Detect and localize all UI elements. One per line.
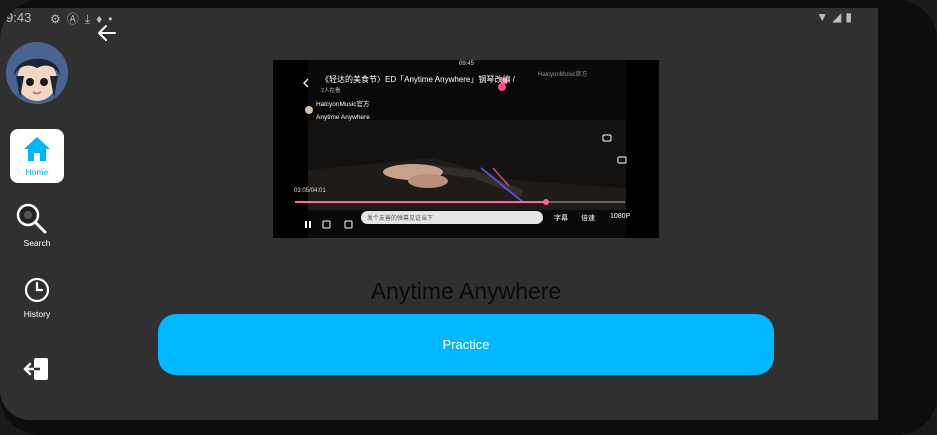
home-icon	[24, 137, 50, 161]
page-title: Anytime Anywhere	[370, 278, 562, 304]
system-nav-bar	[878, 0, 937, 435]
sidebar-item-logout[interactable]	[10, 348, 64, 402]
video-watermark: HalcyonMusic官方	[538, 72, 588, 78]
battery-icon: ▮	[845, 10, 856, 24]
app-screen: 9:43 ⚙Ⓐ⤓♦• ▼◢▮ Home Search History 09:45…	[0, 8, 878, 420]
gear-icon: ⚙	[50, 12, 67, 26]
sidebar-item-label: Search	[23, 238, 51, 248]
video-viewers: 2人在看	[321, 88, 341, 94]
signal-icon: ◢	[832, 10, 846, 24]
video-screenshot[interactable]: 09:45 《轻达的美食节〉ED「Anytime Anywhere」钢琴改编 /…	[273, 60, 659, 238]
video-progress-fill	[295, 201, 546, 203]
status-bar: 9:43 ⚙Ⓐ⤓♦• ▼◢▮	[0, 8, 878, 30]
video-position: 03:05/04:01	[294, 188, 326, 194]
sidebar-item-label: History	[23, 309, 51, 319]
danmaku-placeholder: 发个友善的弹幕见证当下	[367, 216, 434, 222]
sidebar-item-search[interactable]: Search	[10, 201, 64, 255]
logout-icon	[23, 358, 48, 380]
sidebar-item-label: Home	[25, 167, 49, 177]
search-icon	[16, 203, 47, 234]
avatar[interactable]	[6, 42, 68, 104]
video-channel: HalcyonMusic官方	[316, 101, 370, 108]
sidebar-item-home[interactable]: Home	[10, 129, 64, 183]
sidebar-item-history[interactable]: History	[10, 273, 64, 327]
status-time: 9:43	[6, 10, 32, 25]
video-quality-button: 1080P	[610, 213, 631, 220]
video-phone-time: 09:45	[459, 61, 475, 67]
device-frame: 9:43 ⚙Ⓐ⤓♦• ▼◢▮ Home Search History 09:45…	[0, 0, 937, 435]
video-subtitle-button: 字幕	[554, 215, 568, 222]
back-arrow-icon[interactable]	[94, 20, 120, 46]
wifi-icon: ▼	[816, 10, 833, 24]
practice-button[interactable]: Practice	[158, 314, 774, 375]
video-speed-button: 倍速	[581, 215, 595, 222]
avatar-image	[6, 42, 68, 104]
video-title: 《轻达的美食节〉ED「Anytime Anywhere」钢琴改编 /	[321, 75, 515, 84]
clock-icon	[24, 277, 50, 303]
video-song: Anytime Anywhere	[316, 114, 370, 121]
a-badge-icon: Ⓐ	[66, 12, 85, 26]
danmaku-input: 发个友善的弹幕见证当下	[361, 211, 543, 224]
status-right-icons: ▼◢▮	[816, 10, 856, 24]
